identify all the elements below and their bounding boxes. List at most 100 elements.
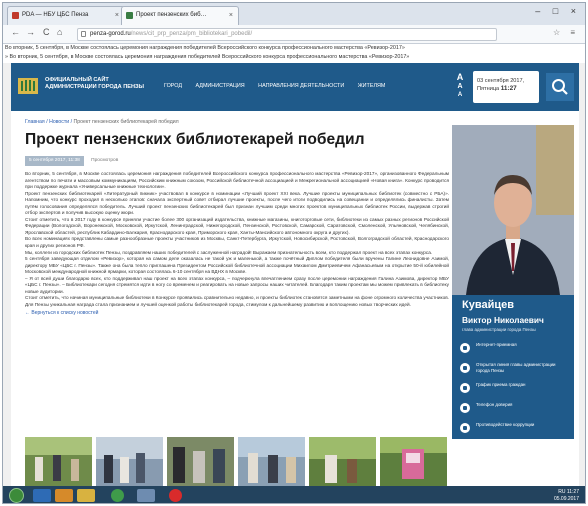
sidebar-item-label: Открытая линия главы администрации город… (476, 362, 556, 373)
system-tray[interactable]: RU 11:27 05.09.2017 (554, 489, 579, 502)
home-icon[interactable]: ⌂ (57, 27, 62, 37)
back-icon[interactable]: ← (11, 27, 20, 37)
tray-language[interactable]: RU (558, 489, 565, 495)
url-host: penza-gorod.ru (90, 31, 131, 37)
gallery-photo[interactable] (25, 437, 92, 486)
crumb-news[interactable]: Новости (49, 119, 69, 125)
nav-item-activities[interactable]: НАПРАВЛЕНИЯ ДЕЯТЕЛЬНОСТИ (258, 83, 344, 89)
paragraph: Во вторник, 5 сентября, в Москве состоял… (25, 171, 449, 190)
address-bar: ← → C ⌂ penza-gorod.ru/news/cit_prp_penz… (3, 25, 585, 44)
sidebar-item-anticorruption[interactable]: Противодействие коррупции (460, 420, 570, 439)
font-size-switcher: А А А (452, 73, 468, 103)
browser-menu-icons[interactable]: ☆ ≡ (553, 28, 579, 37)
head-of-administration-panel: Кувайцев Виктор Николаевич глава админис… (452, 125, 574, 439)
crumb-home[interactable]: Главная (25, 119, 45, 125)
article: Главная / Новости / Проект пензенских би… (25, 119, 449, 316)
sidebar-item-internet-reception[interactable]: Интернет-приемная (460, 340, 570, 359)
gallery-photo[interactable] (309, 437, 376, 486)
forward-icon[interactable]: → (26, 27, 35, 37)
mail-icon (460, 343, 470, 353)
font-size-small[interactable]: А (452, 91, 468, 100)
crumb-current: Проект пензенских библиотекарей победил (73, 119, 179, 125)
article-meta: 5 сентября 2017, 11:38 Просмотров (25, 156, 449, 166)
paragraph: – Я от всей души благодарю всех, кто под… (25, 275, 449, 294)
notification-line: » Во вторник, 5 сентября, в Москве состо… (3, 53, 585, 62)
opera-icon[interactable] (169, 489, 182, 502)
url-path: /news/cit_prp_penza/pm_bibliotekari_pobe… (130, 31, 253, 37)
site-page: ОФИЦИАЛЬНЫЙ САЙТ АДМИНИСТРАЦИИ ГОРОДА ПЕ… (11, 63, 579, 486)
portrait-photo (452, 125, 574, 295)
sidebar-item-label: Телефон доверия (476, 402, 513, 407)
phone-icon (460, 403, 470, 413)
date-widget: 03 сентября 2017, Пятница 11:27 (473, 71, 539, 103)
date-badge: 5 сентября 2017, 11:38 (25, 156, 84, 166)
tab-title: Проект пензенских биб… (136, 12, 207, 18)
paragraph: Стоит отметить, что в 2017 году в конкур… (25, 216, 449, 235)
site-title[interactable]: ОФИЦИАЛЬНЫЙ САЙТ АДМИНИСТРАЦИИ ГОРОДА ПЕ… (45, 77, 155, 90)
breadcrumb: Главная / Новости / Проект пензенских би… (25, 119, 449, 128)
tab-close-icon[interactable]: × (115, 7, 119, 24)
weekday: Пятница (477, 86, 500, 92)
sidebar-item-open-line[interactable]: Открытая линия главы администрации город… (460, 360, 570, 379)
sidebar-item-label: График приема граждан (476, 382, 526, 387)
sidebar-links: Интернет-приемная Открытая линия главы а… (460, 340, 570, 440)
screenshot: PDA — НБУ ЦБС Пенза × Проект пензенских … (2, 2, 586, 504)
main-nav: ГОРОД АДМИНИСТРАЦИЯ НАПРАВЛЕНИЯ ДЕЯТЕЛЬН… (164, 83, 397, 89)
sidebar-item-label: Противодействие коррупции (476, 422, 535, 427)
page-title: Проект пензенских библиотекарей победил (25, 131, 365, 148)
page-viewport: ОФИЦИАЛЬНЫЙ САЙТ АДМИНИСТРАЦИИ ГОРОДА ПЕ… (3, 63, 585, 486)
media-player-icon[interactable] (55, 489, 73, 502)
search-icon[interactable] (546, 73, 574, 101)
nav-item-city[interactable]: ГОРОД (164, 83, 182, 89)
shield-icon (460, 423, 470, 433)
calendar-icon (460, 383, 470, 393)
views-label: Просмотров (91, 158, 119, 163)
font-size-large[interactable]: А (452, 73, 468, 82)
paragraph: Стоит отметить, что начиная муниципальны… (25, 295, 449, 307)
paragraph: Проект пензенских библиотекарей «Литерат… (25, 190, 449, 216)
start-button[interactable] (9, 488, 24, 503)
phone-line-icon (460, 363, 470, 373)
sidebar-item-schedule[interactable]: График приема граждан (460, 380, 570, 399)
gallery-photo[interactable] (238, 437, 305, 486)
nav-item-residents[interactable]: ЖИТЕЛЯМ (358, 83, 386, 89)
files-icon[interactable] (77, 489, 95, 502)
sidebar-item-label: Интернет-приемная (476, 342, 517, 347)
font-size-medium[interactable]: А (452, 82, 468, 91)
tab-favicon (126, 12, 133, 19)
tray-time: 11:27 (566, 489, 579, 495)
gallery-photo[interactable] (380, 437, 447, 486)
tab-favicon (12, 12, 19, 19)
article-body: Во вторник, 5 сентября, в Москве состоял… (25, 171, 449, 308)
notification-line: Во вторник, 5 сентября, в Москве состоял… (3, 44, 585, 53)
tab-article[interactable]: Проект пензенских биб… × (121, 6, 239, 25)
tab-strip: PDA — НБУ ЦБС Пенза × Проект пензенских … (3, 3, 585, 25)
tab-close-icon[interactable]: × (229, 7, 233, 24)
current-time: 11:27 (500, 85, 517, 92)
head-surname[interactable]: Кувайцев (462, 299, 514, 311)
gallery-photo[interactable] (167, 437, 234, 486)
sidebar-item-hotline[interactable]: Телефон доверия (460, 400, 570, 419)
head-name[interactable]: Виктор Николаевич (462, 315, 544, 325)
url-input[interactable]: penza-gorod.ru/news/cit_prp_penza/pm_bib… (77, 28, 497, 41)
head-post: глава администрации города Пензы (462, 327, 536, 332)
back-to-news-link[interactable]: ← Вернуться к списку новостей (25, 310, 449, 316)
photo-gallery (25, 437, 449, 486)
lock-icon (81, 31, 86, 37)
window-controls[interactable]: – □ × (535, 6, 581, 16)
tray-date: 05.09.2017 (553, 495, 579, 502)
gallery-photo[interactable] (96, 437, 163, 486)
current-date: 03 сентября 2017, (477, 78, 525, 84)
reload-icon[interactable]: C (43, 27, 50, 37)
tab-pda[interactable]: PDA — НБУ ЦБС Пенза × (7, 6, 125, 25)
chrome-icon[interactable] (111, 489, 124, 502)
explorer-icon[interactable] (33, 489, 51, 502)
paragraph: Во всех номинациях представлены самые ра… (25, 236, 449, 249)
taskbar: RU 11:27 05.09.2017 (3, 486, 585, 503)
window-icon[interactable] (137, 489, 155, 502)
tab-title: PDA — НБУ ЦБС Пенза (22, 12, 89, 18)
coat-of-arms-icon[interactable] (17, 76, 39, 96)
paragraph: 5 сентября заведующая отделом «Ревизор»,… (25, 256, 449, 275)
nav-item-administration[interactable]: АДМИНИСТРАЦИЯ (196, 83, 245, 89)
site-header: ОФИЦИАЛЬНЫЙ САЙТ АДМИНИСТРАЦИИ ГОРОДА ПЕ… (11, 63, 579, 111)
